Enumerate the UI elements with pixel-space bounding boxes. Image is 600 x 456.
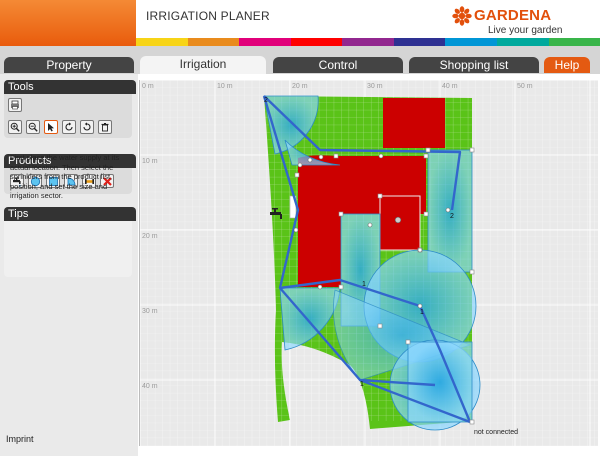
tab-property[interactable]: Property xyxy=(4,57,134,73)
pointer-icon xyxy=(48,123,54,132)
x-ruler-label: 50 m xyxy=(517,83,533,90)
connection-status: not connected xyxy=(474,429,518,436)
y-ruler-label: 10 m xyxy=(142,158,158,165)
rotate-left-button[interactable] xyxy=(62,120,76,134)
header-banner xyxy=(0,0,136,46)
color-strip-segment xyxy=(239,38,291,46)
imprint-link[interactable]: Imprint xyxy=(6,434,34,444)
brand-tagline: Live your garden xyxy=(488,25,563,36)
x-ruler-label: 20 m xyxy=(292,83,308,90)
zoom-in-icon xyxy=(10,122,20,132)
trash-button[interactable] xyxy=(98,120,112,134)
tab-irrigation[interactable]: Irrigation xyxy=(140,56,266,74)
color-strip xyxy=(136,38,600,46)
sprinkler-label: 2 xyxy=(450,213,454,220)
zoom-out-button[interactable] xyxy=(26,120,40,134)
color-strip-segment xyxy=(445,38,497,46)
color-strip-segment xyxy=(290,38,343,46)
rotate-right-button[interactable] xyxy=(80,120,94,134)
tools-panel xyxy=(4,94,132,138)
color-strip-segment xyxy=(187,38,240,46)
x-ruler-label: 30 m xyxy=(367,83,383,90)
tab-control[interactable]: Control xyxy=(273,57,403,73)
tips-header: Tips xyxy=(4,207,136,221)
pointer-button[interactable] xyxy=(44,120,58,134)
app-title: IRRIGATION PLANER xyxy=(146,9,270,23)
tools-header: Tools xyxy=(4,80,136,94)
x-ruler-label: 10 m xyxy=(217,83,233,90)
color-strip-segment xyxy=(548,38,600,46)
sprinkler-label: 1 xyxy=(360,381,364,388)
sprinkler-label: 1 xyxy=(420,309,424,316)
color-strip-segment xyxy=(496,38,549,46)
color-strip-segment xyxy=(393,38,446,46)
rotate-right-icon xyxy=(83,122,91,131)
y-ruler-label: 20 m xyxy=(142,233,158,240)
building-top[interactable] xyxy=(383,98,445,148)
side-panel: Tools Products Tips xyxy=(0,74,138,456)
color-strip-segment xyxy=(342,38,394,46)
planner-canvas[interactable]: 0 m 10 m 20 m 30 m 40 m 50 m 10 m 20 m 3… xyxy=(139,79,598,446)
print-button[interactable] xyxy=(8,98,22,112)
tab-shopping-list[interactable]: Shopping list xyxy=(409,57,539,73)
sprinkler-label: 2 xyxy=(264,97,268,104)
rotate-left-icon xyxy=(65,122,73,131)
y-ruler-label: 30 m xyxy=(142,308,158,315)
x-ruler-label: 40 m xyxy=(442,83,458,90)
tab-bar: Property Irrigation Control Shopping lis… xyxy=(0,46,600,74)
building-small[interactable] xyxy=(379,195,421,251)
color-strip-segment xyxy=(136,38,188,46)
print-icon xyxy=(11,100,19,110)
zoom-out-icon xyxy=(28,122,38,132)
x-ruler-label: 0 m xyxy=(142,83,154,90)
y-ruler-label: 40 m xyxy=(142,383,158,390)
trash-icon xyxy=(101,123,109,132)
tips-text: First place the water supply at its actu… xyxy=(10,153,120,200)
tab-help[interactable]: Help xyxy=(544,57,590,73)
tips-panel xyxy=(4,221,132,277)
brand-name: GARDENA xyxy=(474,7,552,24)
zoom-in-button[interactable] xyxy=(8,120,22,134)
garden-plan[interactable]: 0 m 10 m 20 m 30 m 40 m 50 m 10 m 20 m 3… xyxy=(139,79,598,446)
sprinkler-label: 1 xyxy=(362,281,366,288)
gardena-flower-icon xyxy=(452,6,472,26)
